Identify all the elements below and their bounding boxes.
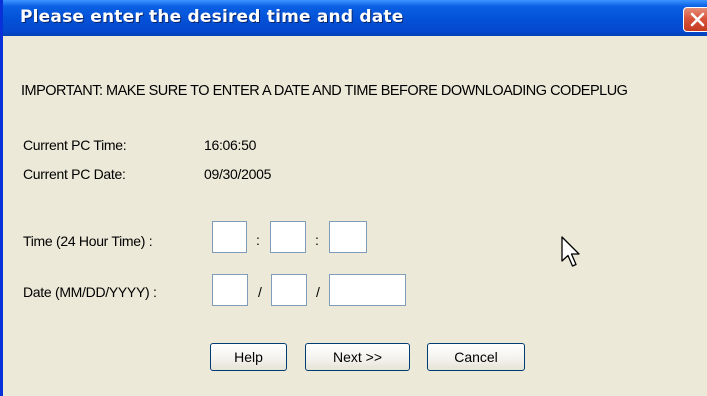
mouse-pointer-icon — [561, 236, 580, 267]
current-time-label: Current PC Time: — [23, 137, 127, 153]
next-button[interactable]: Next >> — [305, 343, 410, 371]
time-separator-1: : — [256, 232, 260, 248]
cancel-button[interactable]: Cancel — [427, 343, 525, 371]
seconds-input[interactable] — [329, 221, 367, 253]
month-input[interactable] — [212, 274, 248, 306]
date-input-label: Date (MM/DD/YYYY) : — [23, 284, 157, 300]
close-icon — [690, 12, 705, 27]
date-separator-1: / — [258, 284, 262, 300]
current-date-label: Current PC Date: — [23, 166, 126, 182]
dialog-window: Please enter the desired time and date I… — [0, 0, 707, 396]
time-separator-2: : — [315, 232, 319, 248]
help-button[interactable]: Help — [210, 343, 287, 371]
day-input[interactable] — [271, 274, 307, 306]
close-button[interactable] — [683, 7, 707, 32]
hours-input[interactable] — [212, 221, 247, 253]
year-input[interactable] — [329, 274, 406, 306]
current-time-value: 16:06:50 — [204, 137, 257, 153]
important-message: IMPORTANT: MAKE SURE TO ENTER A DATE AND… — [21, 83, 628, 99]
dialog-title: Please enter the desired time and date — [20, 7, 404, 27]
time-input-label: Time (24 Hour Time) : — [23, 233, 153, 249]
date-separator-2: / — [316, 284, 320, 300]
current-date-value: 09/30/2005 — [204, 166, 272, 182]
title-bar[interactable]: Please enter the desired time and date — [3, 0, 707, 36]
minutes-input[interactable] — [270, 221, 306, 253]
